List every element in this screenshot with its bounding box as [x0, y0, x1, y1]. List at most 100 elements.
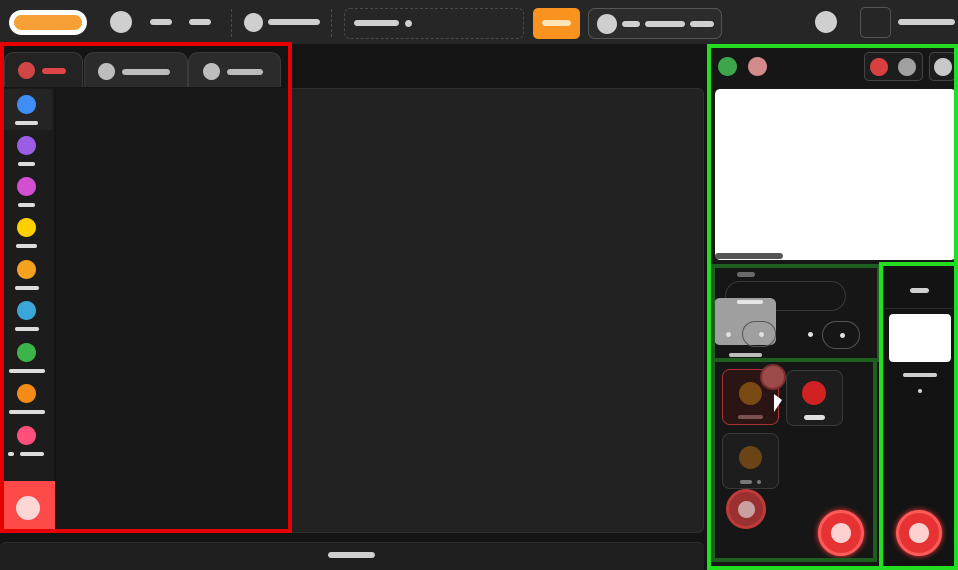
drag-handle[interactable] — [760, 364, 786, 390]
magenta-dot-icon — [17, 177, 36, 196]
toggle[interactable] — [822, 321, 860, 349]
fab-add[interactable] — [818, 510, 864, 556]
toggle-knob — [759, 332, 764, 337]
rail-item-9[interactable] — [2, 420, 52, 461]
primary-label — [542, 20, 571, 26]
circle-icon[interactable] — [244, 13, 263, 32]
rail-item-4[interactable] — [2, 212, 52, 253]
rail-label — [8, 452, 14, 456]
rail-item-2[interactable] — [2, 130, 52, 171]
settings-icon[interactable] — [815, 11, 837, 33]
orange-dot-icon — [739, 382, 762, 405]
user-menu[interactable] — [588, 8, 722, 39]
logo-button[interactable] — [9, 10, 87, 35]
tab-3[interactable] — [188, 52, 281, 87]
card-label — [737, 300, 763, 304]
menu-item[interactable] — [189, 19, 211, 25]
blue-dot-icon — [17, 95, 36, 114]
tab-label — [42, 68, 66, 74]
rail-item-5[interactable] — [2, 254, 52, 295]
user-icon — [597, 14, 617, 34]
pink-dot-icon[interactable] — [748, 57, 767, 76]
yellow-dot-icon — [17, 218, 36, 237]
card-dot — [757, 480, 761, 484]
cursor-icon — [774, 394, 782, 412]
mini-label — [729, 353, 762, 357]
fab-add[interactable] — [726, 489, 766, 529]
divider — [331, 9, 332, 37]
tab-label — [227, 69, 263, 75]
toggle-knob — [840, 333, 845, 338]
card-red[interactable] — [786, 370, 843, 426]
cyan-dot-icon — [17, 301, 36, 320]
window-toggle[interactable] — [860, 7, 891, 38]
logo-icon — [14, 15, 82, 30]
tab-icon — [203, 63, 220, 80]
fab-add[interactable] — [896, 510, 942, 556]
rail-label — [16, 244, 37, 248]
add-button[interactable] — [2, 481, 55, 530]
gray-dot-icon — [934, 58, 952, 76]
rail-label — [9, 410, 45, 414]
rail-label — [15, 121, 38, 125]
search-input[interactable] — [344, 8, 524, 39]
window-label — [898, 19, 955, 25]
search-placeholder — [354, 20, 399, 26]
add-icon — [16, 496, 40, 520]
dropdown[interactable] — [268, 19, 320, 25]
preview-scrollbar[interactable] — [715, 253, 783, 259]
card-label — [738, 415, 763, 419]
white-preview — [715, 89, 956, 260]
avatar-icon[interactable] — [110, 11, 132, 33]
add-icon — [831, 523, 851, 543]
status-label — [328, 552, 375, 558]
red-dot-icon — [802, 381, 826, 405]
card-label — [804, 415, 825, 420]
card-dark-orange[interactable] — [722, 433, 779, 489]
green-dot-icon — [17, 343, 36, 362]
side-preview — [889, 314, 951, 362]
add-icon — [738, 501, 755, 518]
tab-icon — [18, 62, 35, 79]
tab-1[interactable] — [4, 52, 83, 87]
toggle-knob — [726, 332, 731, 337]
side-label — [903, 373, 937, 377]
divider — [231, 9, 232, 37]
orange-dot-icon — [739, 446, 762, 469]
tab-2[interactable] — [84, 52, 188, 87]
rail-label — [20, 452, 44, 456]
preview-controls[interactable] — [864, 52, 923, 81]
green-dot-icon[interactable] — [718, 57, 737, 76]
rail-item-3[interactable] — [2, 171, 52, 212]
user-label — [690, 21, 714, 27]
top-bar — [0, 0, 958, 44]
rail-item-1[interactable] — [2, 89, 52, 130]
side-dot — [918, 389, 922, 393]
rail-item-7[interactable] — [2, 337, 52, 378]
rail-label — [9, 369, 45, 373]
add-icon — [909, 523, 929, 543]
tab-label — [122, 69, 170, 75]
primary-button[interactable] — [533, 8, 580, 39]
card-label — [740, 480, 752, 484]
purple-dot-icon — [17, 136, 36, 155]
side-divider — [885, 308, 953, 309]
rail-label — [15, 286, 39, 290]
toggle[interactable] — [742, 321, 776, 347]
toggle-knob — [808, 332, 813, 337]
panel-content — [56, 88, 292, 531]
menu-item[interactable] — [150, 19, 172, 25]
mini-label — [737, 272, 755, 277]
orange-dot-icon — [17, 384, 36, 403]
rail-item-8[interactable] — [2, 378, 52, 419]
user-label — [645, 21, 685, 27]
orange-dot-icon — [17, 260, 36, 279]
search-icon — [405, 20, 412, 27]
side-label — [910, 288, 929, 293]
rail-label — [18, 203, 35, 207]
preview-toggle[interactable] — [929, 52, 956, 81]
rail-label — [15, 327, 39, 331]
gray-dot-icon — [898, 58, 916, 76]
rail-item-6[interactable] — [2, 295, 52, 336]
user-label — [622, 21, 640, 27]
